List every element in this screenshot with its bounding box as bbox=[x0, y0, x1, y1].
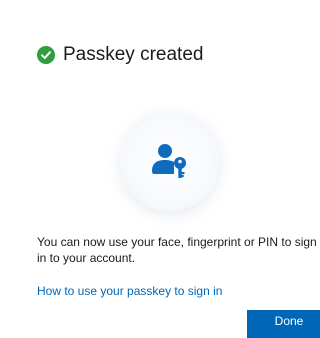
passkey-created-dialog: Passkey created You can now use your fac… bbox=[0, 0, 320, 338]
passkey-help-link[interactable]: How to use your passkey to sign in bbox=[37, 283, 222, 299]
dialog-title: Passkey created bbox=[63, 44, 204, 65]
dialog-header: Passkey created bbox=[37, 44, 203, 66]
passkey-illustration bbox=[120, 111, 220, 211]
message-line-2: in to your account. bbox=[37, 251, 136, 265]
dialog-message: You can now use your face, fingerprint o… bbox=[37, 234, 320, 266]
passkey-user-key-icon bbox=[152, 144, 186, 178]
check-circle-icon bbox=[37, 46, 55, 64]
message-line-1: You can now use your face, fingerprint o… bbox=[37, 235, 317, 249]
